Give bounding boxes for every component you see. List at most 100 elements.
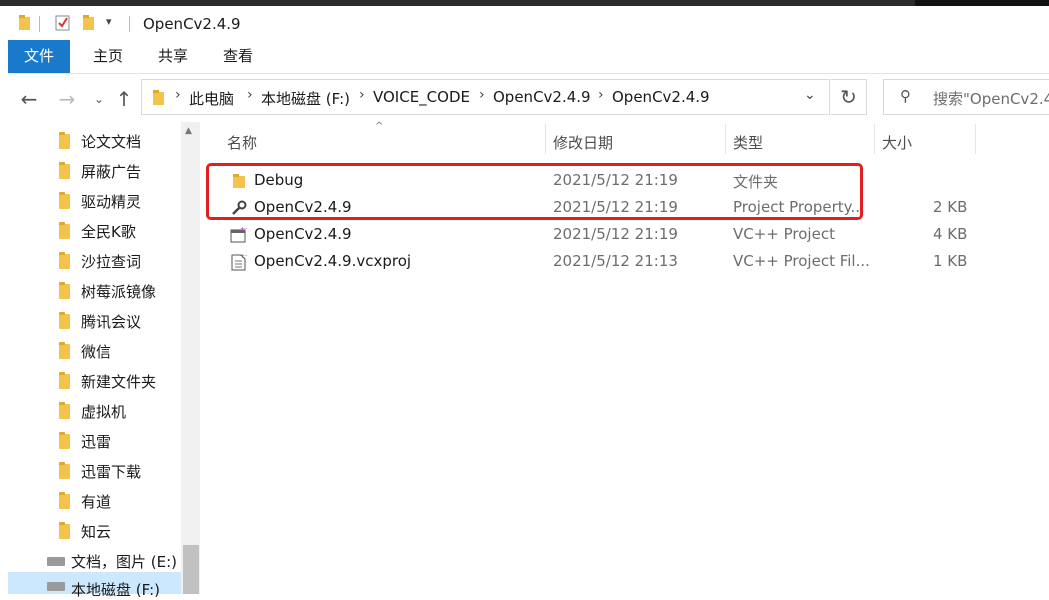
file-row-vcproject[interactable]: ++ OpenCv2.4.9 2021/5/12 21:19 VC++ Proj…: [200, 221, 1049, 248]
folder-icon: [59, 402, 70, 419]
nav-item-label: 迅雷下载: [81, 463, 142, 481]
nav-item-folder[interactable]: 迅雷: [8, 426, 180, 456]
new-folder-icon[interactable]: [82, 14, 96, 32]
title-bar: ▾ OpenCv2.4.9: [8, 6, 1049, 40]
folder-icon[interactable]: [18, 14, 32, 32]
column-divider[interactable]: [725, 124, 726, 154]
nav-item-folder[interactable]: 论文文档: [8, 126, 180, 156]
nav-item-folder[interactable]: 迅雷下载: [8, 456, 180, 486]
folder-icon: [59, 522, 70, 539]
breadcrumb-this-pc[interactable]: 此电脑: [189, 88, 234, 109]
file-row-vcxproj[interactable]: ++ OpenCv2.4.9.vcxproj 2021/5/12 21:13 V…: [200, 248, 1049, 275]
navigation-bar: ← → ⌄ ↑ › 此电脑 › 本地磁盘 (F:) › VOICE_CODE ›…: [8, 74, 1049, 122]
nav-item-folder[interactable]: 树莓派镜像: [8, 276, 180, 306]
drive-icon: [47, 582, 65, 591]
nav-item-label: 全民K歌: [81, 223, 136, 241]
folder-icon: [59, 222, 70, 239]
nav-pane-scrollbar[interactable]: [181, 122, 200, 594]
nav-item-folder[interactable]: 虚拟机: [8, 396, 180, 426]
sort-ascending-icon: ^: [375, 121, 384, 132]
back-arrow-icon[interactable]: ←: [18, 88, 40, 110]
navigation-pane: 论文文档 屏蔽广告 驱动精灵 全民K歌 沙拉查词 树莓派镜像 腾讯会议 微信 新…: [8, 122, 182, 594]
nav-item-folder[interactable]: 驱动精灵: [8, 186, 180, 216]
nav-item-drive-f[interactable]: 本地磁盘 (F:): [8, 572, 182, 599]
scroll-up-arrow-icon[interactable]: ▲: [185, 126, 192, 136]
breadcrumb-separator-icon[interactable]: ›: [359, 87, 365, 103]
file-size: 4 KB: [933, 225, 968, 243]
nav-item-folder[interactable]: 有道: [8, 486, 180, 516]
forward-arrow-icon[interactable]: →: [56, 88, 78, 110]
nav-item-label: 腾讯会议: [81, 313, 142, 331]
address-history-chevron-icon[interactable]: ⌄: [804, 87, 816, 103]
nav-item-label: 文档，图片 (E:): [71, 553, 178, 571]
nav-item-folder[interactable]: 沙拉查词: [8, 246, 180, 276]
column-divider[interactable]: [975, 124, 976, 154]
folder-icon: [59, 132, 70, 149]
divider: [39, 16, 40, 32]
refresh-icon[interactable]: ↻: [831, 79, 867, 115]
highlight-annotation-box: [206, 163, 863, 220]
folder-icon: [59, 432, 70, 449]
nav-item-label: 屏蔽广告: [81, 163, 142, 181]
file-name: OpenCv2.4.9: [254, 225, 352, 243]
customize-qat-chevron-icon[interactable]: ▾: [106, 15, 112, 28]
folder-icon: [59, 192, 70, 209]
column-header-type[interactable]: 类型: [733, 132, 763, 153]
breadcrumb-separator-icon[interactable]: ›: [479, 87, 485, 103]
file-name: OpenCv2.4.9.vcxproj: [254, 252, 412, 270]
tab-file[interactable]: 文件: [8, 40, 70, 73]
nav-item-label: 驱动精灵: [81, 193, 142, 211]
column-divider[interactable]: [874, 124, 875, 154]
column-header-size[interactable]: 大小: [882, 132, 912, 153]
breadcrumb-separator-icon[interactable]: ›: [247, 87, 253, 103]
tab-home[interactable]: 主页: [84, 40, 132, 73]
nav-item-label: 有道: [81, 493, 112, 511]
breadcrumb-separator-icon[interactable]: ›: [598, 87, 604, 103]
nav-item-label: 迅雷: [81, 433, 112, 451]
nav-item-folder[interactable]: 全民K歌: [8, 216, 180, 246]
recent-locations-chevron-icon[interactable]: ⌄: [88, 88, 110, 110]
search-box[interactable]: ⚲ 搜索"OpenCv2.4: [883, 79, 1049, 115]
folder-icon: [59, 282, 70, 299]
nav-item-folder[interactable]: 知云: [8, 516, 180, 546]
folder-icon: [59, 462, 70, 479]
nav-item-folder[interactable]: 腾讯会议: [8, 306, 180, 336]
drive-icon: [47, 557, 65, 566]
nav-item-label: 论文文档: [81, 133, 142, 151]
window-title: OpenCv2.4.9: [143, 15, 241, 33]
tab-share[interactable]: 共享: [149, 40, 197, 73]
svg-text:++: ++: [240, 253, 247, 260]
column-header-date[interactable]: 修改日期: [553, 132, 613, 153]
column-header-name[interactable]: 名称: [227, 132, 257, 153]
address-bar[interactable]: › 此电脑 › 本地磁盘 (F:) › VOICE_CODE › OpenCv2…: [141, 79, 830, 115]
breadcrumb-drive-f[interactable]: 本地磁盘 (F:): [261, 88, 350, 109]
nav-item-label: 知云: [81, 523, 112, 541]
breadcrumb-opencv-current[interactable]: OpenCv2.4.9: [612, 88, 710, 106]
nav-item-label: 新建文件夹: [81, 373, 157, 391]
breadcrumb-opencv-parent[interactable]: OpenCv2.4.9: [493, 88, 591, 106]
divider: [129, 16, 130, 32]
nav-item-folder[interactable]: 微信: [8, 336, 180, 366]
vcxproj-file-icon: ++: [230, 253, 250, 271]
up-arrow-icon[interactable]: ↑: [113, 88, 135, 110]
nav-item-folder[interactable]: 屏蔽广告: [8, 156, 180, 186]
folder-icon: [59, 162, 70, 179]
nav-item-label: 微信: [81, 343, 112, 361]
breadcrumb-voice-code[interactable]: VOICE_CODE: [373, 88, 470, 106]
tab-view[interactable]: 查看: [214, 40, 262, 73]
folder-icon: [59, 342, 70, 359]
folder-icon: [59, 252, 70, 269]
nav-item-label: 本地磁盘 (F:): [71, 581, 160, 599]
nav-item-label: 树莓派镜像: [81, 283, 157, 301]
column-divider[interactable]: [545, 124, 546, 154]
nav-pane-scroll-thumb[interactable]: [183, 545, 199, 594]
file-type: VC++ Project: [733, 225, 835, 243]
nav-item-folder[interactable]: 新建文件夹: [8, 366, 180, 396]
folder-icon: [59, 492, 70, 509]
properties-check-icon[interactable]: [55, 14, 70, 32]
nav-item-label: 虚拟机: [81, 403, 127, 421]
breadcrumb-separator-icon[interactable]: ›: [175, 87, 181, 103]
folder-icon: [152, 89, 166, 111]
file-date: 2021/5/12 21:19: [553, 225, 678, 243]
search-icon: ⚲: [900, 87, 911, 105]
